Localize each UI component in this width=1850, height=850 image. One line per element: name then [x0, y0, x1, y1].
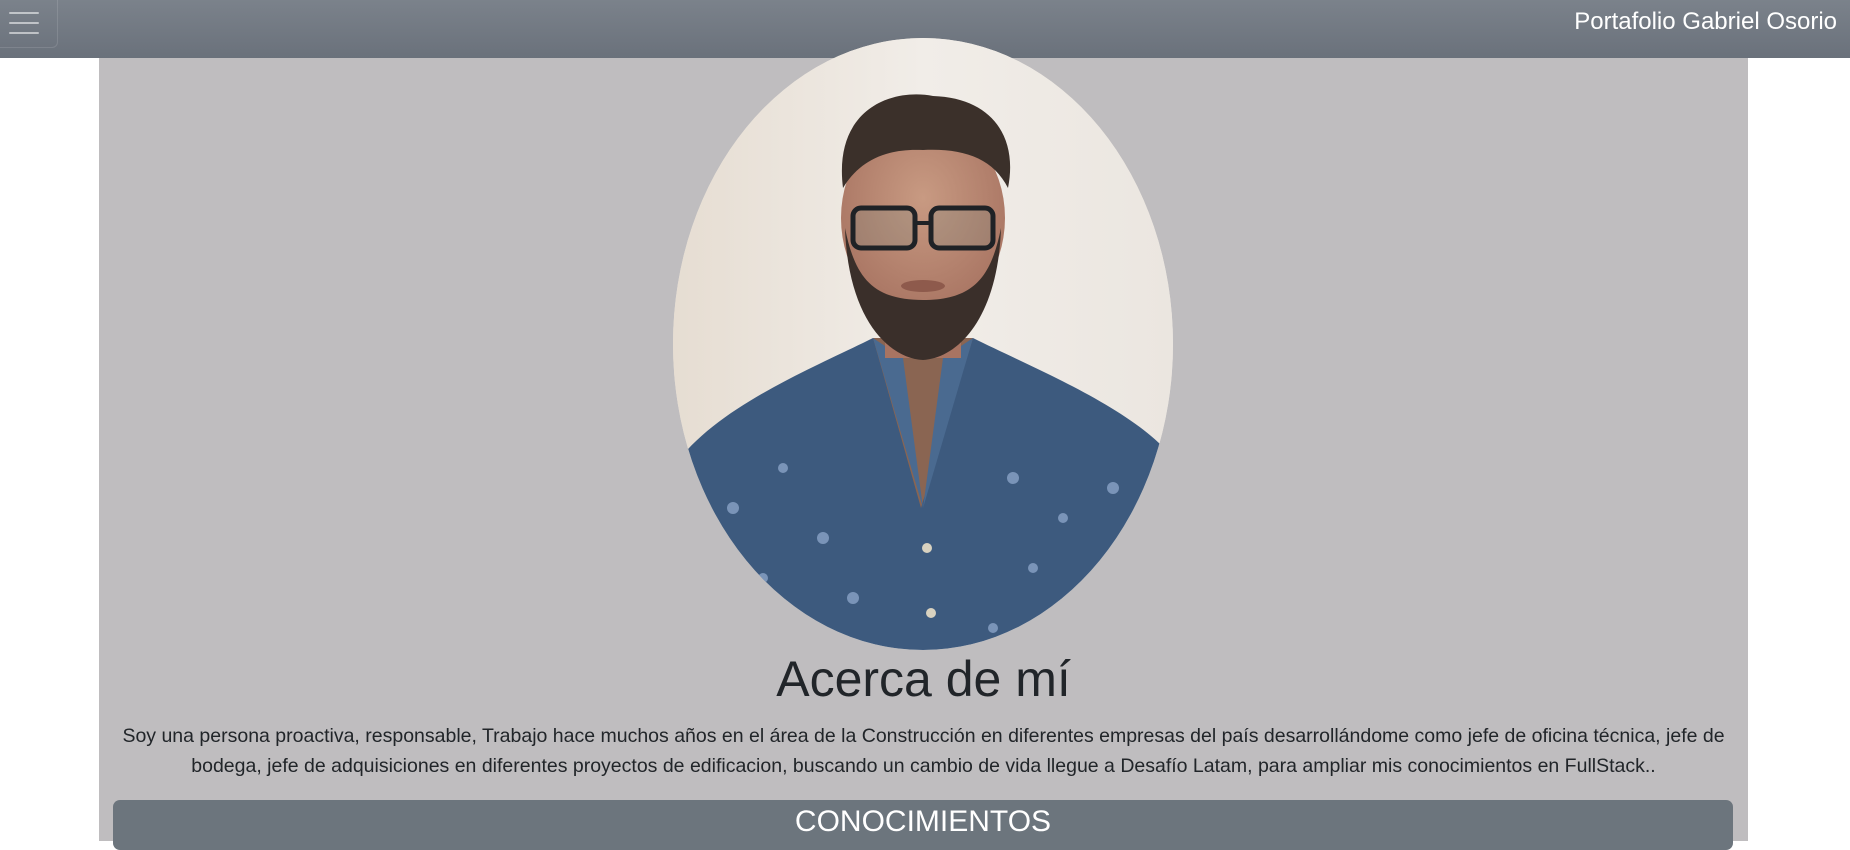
- navbar-toggler-button[interactable]: [0, 0, 58, 48]
- about-title: Acerca de mí: [776, 651, 1071, 707]
- profile-photo: [673, 38, 1173, 650]
- hamburger-menu-icon: [9, 12, 39, 14]
- about-description: Soy una persona proactiva, responsable, …: [122, 725, 1725, 777]
- main-content: Acerca de mí Soy una persona proactiva, …: [99, 38, 1748, 850]
- profile-photo-illustration: [673, 38, 1173, 650]
- knowledge-section-header: CONOCIMIENTOS: [113, 800, 1733, 850]
- navbar-brand-link[interactable]: Portafolio Gabriel Osorio: [1574, 8, 1837, 36]
